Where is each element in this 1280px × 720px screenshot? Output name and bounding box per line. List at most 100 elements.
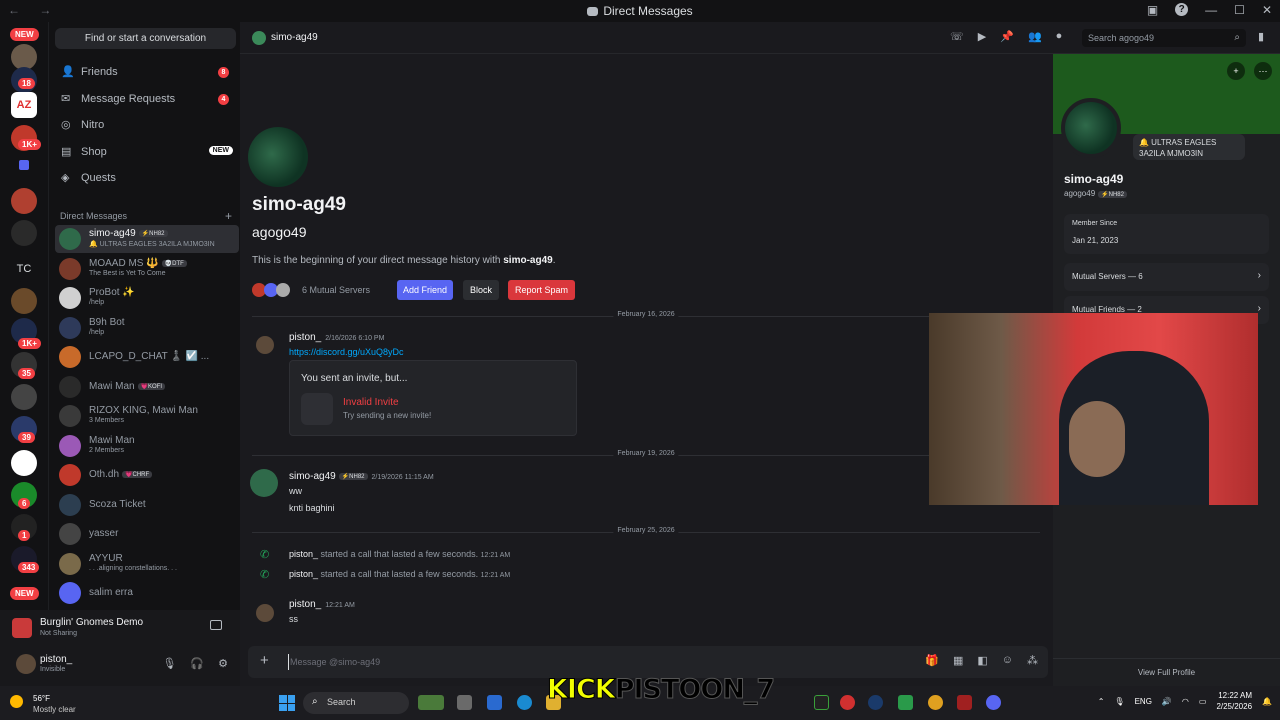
discord-icon[interactable]: [986, 695, 1001, 710]
dm-item[interactable]: Mawi Man 💗KOFI: [55, 373, 239, 401]
apps-icon[interactable]: ⁂: [1027, 654, 1038, 667]
minimize-button[interactable]: —: [1205, 3, 1217, 17]
nav-message-requests[interactable]: ✉ Message Requests 4: [55, 87, 233, 111]
xbox-icon[interactable]: [898, 695, 913, 710]
friends-icon: 👤: [61, 66, 75, 78]
dm-subtext: /help: [89, 299, 105, 306]
mutual-servers-row[interactable]: Mutual Servers — 6 ›: [1064, 263, 1269, 291]
dm-item[interactable]: AYYUR. . .aligning constellations. . .: [55, 550, 239, 578]
author-name[interactable]: piston_: [289, 599, 321, 610]
profile-toggle-icon[interactable]: ●: [1056, 30, 1063, 43]
headphones-icon[interactable]: 🎧: [190, 657, 204, 670]
notification-icon[interactable]: 🔔: [1262, 697, 1272, 706]
server-icon-az[interactable]: AZ: [11, 92, 37, 118]
chevron-up-icon[interactable]: ⌃: [1098, 697, 1105, 706]
message-input[interactable]: [288, 654, 888, 670]
invite-link[interactable]: https://discord.gg/uXuQ8yDc: [289, 347, 404, 357]
current-user[interactable]: piston_ Invisible 🎙 🎧 ⚙: [8, 650, 230, 678]
mutual-servers[interactable]: 6 Mutual Servers: [252, 283, 370, 297]
dm-item[interactable]: yasser: [55, 520, 239, 548]
wifi-icon[interactable]: ◠: [1182, 697, 1189, 706]
gear-icon[interactable]: ⚙: [218, 657, 228, 670]
share-screen-icon[interactable]: [210, 620, 222, 630]
speaker-icon[interactable]: 🔊: [1162, 697, 1172, 706]
nav-nitro[interactable]: ◎ Nitro: [55, 113, 233, 137]
nav-shop[interactable]: ▤ Shop NEW: [55, 140, 233, 164]
server-icon-tc[interactable]: TC: [11, 256, 37, 282]
app-icon[interactable]: [840, 695, 855, 710]
search-input[interactable]: Search agogo49 ⌕: [1082, 29, 1246, 47]
add-friend-button[interactable]: Add Friend: [397, 280, 453, 300]
server-icon[interactable]: [11, 220, 37, 246]
nav-friends[interactable]: 👤 Friends 8: [55, 60, 233, 84]
find-conversation-button[interactable]: Find or start a conversation: [55, 28, 236, 49]
title-bar: ← → Direct Messages ▣ ? — ☐ ✕: [0, 0, 1280, 22]
microphone-icon[interactable]: 🎙: [162, 657, 176, 670]
dm-item[interactable]: MOAAD MS 🔱 💀DTF The Best is Yet To Come: [55, 255, 239, 283]
dm-item[interactable]: LCAPO_D_CHAT ♟️ ☑️ ...: [55, 343, 239, 371]
server-icon[interactable]: [11, 450, 37, 476]
steam-icon[interactable]: [868, 695, 883, 710]
sticker-icon[interactable]: ◧: [977, 654, 987, 667]
message-text: ss: [289, 614, 298, 624]
gif-icon[interactable]: ▦: [953, 654, 963, 667]
phone-icon[interactable]: ☏: [950, 30, 964, 43]
attach-icon[interactable]: +: [260, 652, 269, 669]
battery-icon[interactable]: ▭: [1199, 697, 1207, 706]
app-icon[interactable]: [814, 695, 829, 710]
folder-icon[interactable]: [19, 160, 29, 170]
server-icon[interactable]: [11, 384, 37, 410]
dm-item[interactable]: RIZOX KING, Mawi Man 3 Members: [55, 402, 239, 430]
dm-item[interactable]: B9h Bot/help: [55, 314, 239, 342]
profile-avatar[interactable]: [1061, 98, 1121, 158]
dm-item[interactable]: salim erra: [55, 579, 239, 607]
dm-item[interactable]: ProBot ✨/help: [55, 284, 239, 312]
task-view-icon[interactable]: [457, 695, 472, 710]
block-button[interactable]: Block: [463, 280, 499, 300]
help-icon[interactable]: ?: [1175, 3, 1189, 16]
create-dm-icon[interactable]: +: [225, 209, 232, 223]
header-tools: ☏ ▶ 📌 👥 ●: [950, 30, 1062, 43]
view-full-profile-button[interactable]: View Full Profile: [1053, 658, 1280, 686]
taskbar-search[interactable]: ⌕ Search: [303, 692, 409, 714]
add-member-icon[interactable]: 👥: [1028, 30, 1042, 43]
server-icon[interactable]: [11, 188, 37, 214]
call-event: piston_ started a call that lasted a few…: [289, 549, 510, 559]
server-icon[interactable]: [11, 288, 37, 314]
author-name[interactable]: piston_: [289, 569, 318, 579]
stream-status: Not Sharing: [40, 630, 77, 637]
weather-icon: [10, 695, 23, 708]
pin-icon[interactable]: 📌: [1000, 30, 1014, 43]
author-name[interactable]: piston_: [289, 549, 318, 559]
app-icon[interactable]: [957, 695, 972, 710]
chrome-icon[interactable]: [928, 695, 943, 710]
dm-item[interactable]: Oth.dh 💗CHRF: [55, 461, 239, 489]
gift-icon[interactable]: 🎁: [925, 654, 939, 667]
composer-tools: 🎁 ▦ ◧ ☺ ⁂: [925, 654, 1038, 667]
dm-item[interactable]: Scoza Ticket: [55, 491, 239, 519]
author-name[interactable]: simo-ag49: [289, 471, 336, 482]
edge-icon[interactable]: [517, 695, 532, 710]
maximize-button[interactable]: ☐: [1234, 3, 1245, 17]
dm-item[interactable]: simo-ag49 ⚡NH82 🔔 ULTRAS EAGLES 3A2ILA MJM…: [55, 225, 239, 253]
language-indicator[interactable]: ENG: [1135, 697, 1152, 706]
avatar[interactable]: [256, 336, 274, 354]
close-button[interactable]: ✕: [1262, 3, 1272, 17]
inbox-icon[interactable]: ▣: [1147, 3, 1158, 17]
clock[interactable]: 12:22 AM 2/25/2026: [1216, 690, 1252, 712]
avatar[interactable]: [250, 469, 278, 497]
inbox-icon[interactable]: ▮: [1258, 30, 1264, 43]
more-icon[interactable]: ⋯: [1254, 62, 1272, 80]
widget-icon[interactable]: [418, 695, 444, 710]
report-spam-button[interactable]: Report Spam: [508, 280, 575, 300]
author-name[interactable]: piston_: [289, 332, 321, 343]
avatar[interactable]: [256, 604, 274, 622]
microphone-icon[interactable]: 🎙: [1114, 697, 1124, 706]
add-friend-icon[interactable]: +: [1227, 62, 1245, 80]
emoji-icon[interactable]: ☺: [1002, 654, 1013, 667]
windows-start-icon[interactable]: [279, 695, 295, 711]
app-icon[interactable]: [487, 695, 502, 710]
dm-item[interactable]: Mawi Man 2 Members: [55, 432, 239, 460]
nav-quests[interactable]: ◈ Quests: [55, 166, 233, 190]
video-icon[interactable]: ▶: [978, 30, 986, 43]
